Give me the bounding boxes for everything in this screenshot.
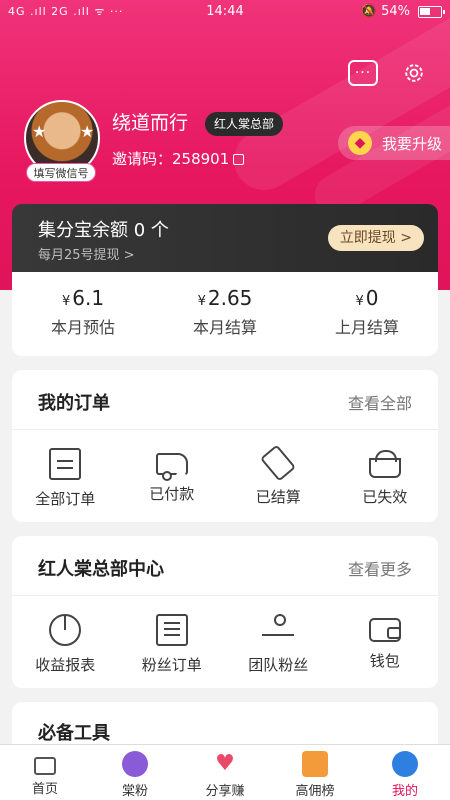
wallet[interactable]: 钱包 bbox=[332, 596, 439, 688]
tab-label: 分享赚 bbox=[205, 784, 245, 799]
grid-label: 团队粉丝 bbox=[248, 656, 309, 674]
basket-icon bbox=[368, 450, 401, 478]
grid-label: 收益报表 bbox=[35, 656, 96, 674]
battery-icon bbox=[418, 6, 445, 18]
truck-icon bbox=[155, 453, 188, 481]
invite-code-text: 邀请码：258901 bbox=[112, 150, 230, 168]
star-icon: ★ bbox=[32, 122, 47, 141]
grid-label: 已失效 bbox=[362, 488, 408, 506]
home-icon bbox=[34, 757, 56, 775]
tab-fans[interactable]: 棠粉 bbox=[90, 745, 180, 800]
team-tree-icon bbox=[262, 614, 295, 646]
role-badge: 红人棠总部 bbox=[205, 112, 284, 136]
view-all-link[interactable]: 查看全部 bbox=[348, 390, 412, 414]
tab-mine[interactable]: 我的 bbox=[360, 745, 450, 800]
tab-label: 我的 bbox=[391, 784, 418, 799]
collect-balance-card[interactable]: 集分宝余额 0 个 每月25号提现 > 立即提现 > bbox=[12, 204, 438, 272]
copy-icon[interactable] bbox=[233, 154, 245, 165]
earning-value: ¥2.65 bbox=[197, 286, 253, 310]
team-fans[interactable]: 团队粉丝 bbox=[225, 596, 332, 688]
earnings-summary: ¥6.1 本月预估 ¥2.65 本月结算 ¥0 上月结算 bbox=[12, 272, 438, 356]
order-settled[interactable]: 已结算 bbox=[225, 430, 332, 522]
card-title: 红人棠总部中心 bbox=[38, 559, 164, 580]
order-list-icon bbox=[49, 448, 82, 480]
card-title: 必备工具 bbox=[38, 723, 110, 744]
nickname: 绕道而行 bbox=[112, 112, 189, 134]
order-invalid[interactable]: 已失效 bbox=[332, 430, 439, 522]
grid-label: 已付款 bbox=[149, 485, 195, 503]
collect-balance-title: 集分宝余额 0 个 bbox=[38, 220, 169, 241]
card-header: 我的订单 查看全部 bbox=[12, 370, 438, 430]
status-bar: 4G .ıll 2G .ıll ᯤ ··· 14:44 🔕 54% bbox=[0, 0, 450, 24]
diamond-icon: ◆ bbox=[348, 131, 372, 155]
upgrade-button[interactable]: ◆ 我要升级 bbox=[338, 126, 450, 160]
fill-wechat-button[interactable]: 填写微信号 bbox=[26, 163, 96, 182]
earning-item[interactable]: ¥0 上月结算 bbox=[296, 272, 438, 356]
grid-label: 粉丝订单 bbox=[141, 656, 202, 674]
upgrade-label: 我要升级 bbox=[382, 135, 443, 153]
tab-share[interactable]: ♥ 分享赚 bbox=[180, 745, 270, 800]
invite-code[interactable]: 邀请码：258901 bbox=[112, 148, 245, 169]
heart-handshake-icon: ♥ bbox=[215, 751, 235, 776]
pie-chart-icon bbox=[49, 614, 82, 646]
my-orders-card: 我的订单 查看全部 全部订单 已付款 已结算 已失效 bbox=[12, 370, 438, 522]
fans-orders[interactable]: 粉丝订单 bbox=[119, 596, 226, 688]
grid-label: 钱包 bbox=[369, 652, 400, 670]
tag-icon bbox=[260, 444, 297, 482]
order-paid[interactable]: 已付款 bbox=[119, 430, 226, 522]
income-report[interactable]: 收益报表 bbox=[12, 596, 119, 688]
gear-icon[interactable] bbox=[399, 60, 429, 86]
earning-value: ¥6.1 bbox=[61, 286, 105, 310]
earning-label: 本月结算 bbox=[192, 318, 257, 337]
tab-label: 首页 bbox=[31, 782, 58, 797]
wallet-icon bbox=[368, 618, 401, 642]
fans-icon bbox=[122, 751, 148, 777]
withdraw-button[interactable]: 立即提现 > bbox=[327, 225, 424, 251]
user-icon bbox=[392, 751, 418, 777]
tab-label: 棠粉 bbox=[121, 784, 148, 799]
star-icon: ★ bbox=[80, 122, 95, 141]
earning-value: ¥0 bbox=[355, 286, 379, 310]
status-battery-text: 🔕 54% bbox=[360, 4, 410, 19]
card-title: 我的订单 bbox=[38, 393, 110, 414]
message-icon[interactable]: ··· bbox=[348, 60, 378, 86]
tab-rank[interactable]: 高佣榜 bbox=[270, 745, 360, 800]
tab-label: 高佣榜 bbox=[295, 784, 335, 799]
order-all[interactable]: 全部订单 bbox=[12, 430, 119, 522]
earning-label: 上月结算 bbox=[334, 318, 399, 337]
view-more-link[interactable]: 查看更多 bbox=[348, 556, 412, 580]
earning-label: 本月预估 bbox=[50, 318, 115, 337]
bottom-tab-bar: 首页 棠粉 ♥ 分享赚 高佣榜 我的 bbox=[0, 744, 450, 800]
card-header: 红人棠总部中心 查看更多 bbox=[12, 536, 438, 596]
earning-item[interactable]: ¥2.65 本月结算 bbox=[154, 272, 296, 356]
tab-home[interactable]: 首页 bbox=[0, 745, 90, 800]
earning-item[interactable]: ¥6.1 本月预估 bbox=[12, 272, 154, 356]
hq-center-card: 红人棠总部中心 查看更多 收益报表 粉丝订单 团队粉丝 钱包 bbox=[12, 536, 438, 688]
grid-label: 全部订单 bbox=[35, 490, 96, 508]
grid-label: 已结算 bbox=[255, 488, 301, 506]
ranking-icon bbox=[302, 751, 328, 777]
list-icon bbox=[155, 614, 188, 646]
withdraw-date-note: 每月25号提现 > bbox=[38, 248, 135, 263]
